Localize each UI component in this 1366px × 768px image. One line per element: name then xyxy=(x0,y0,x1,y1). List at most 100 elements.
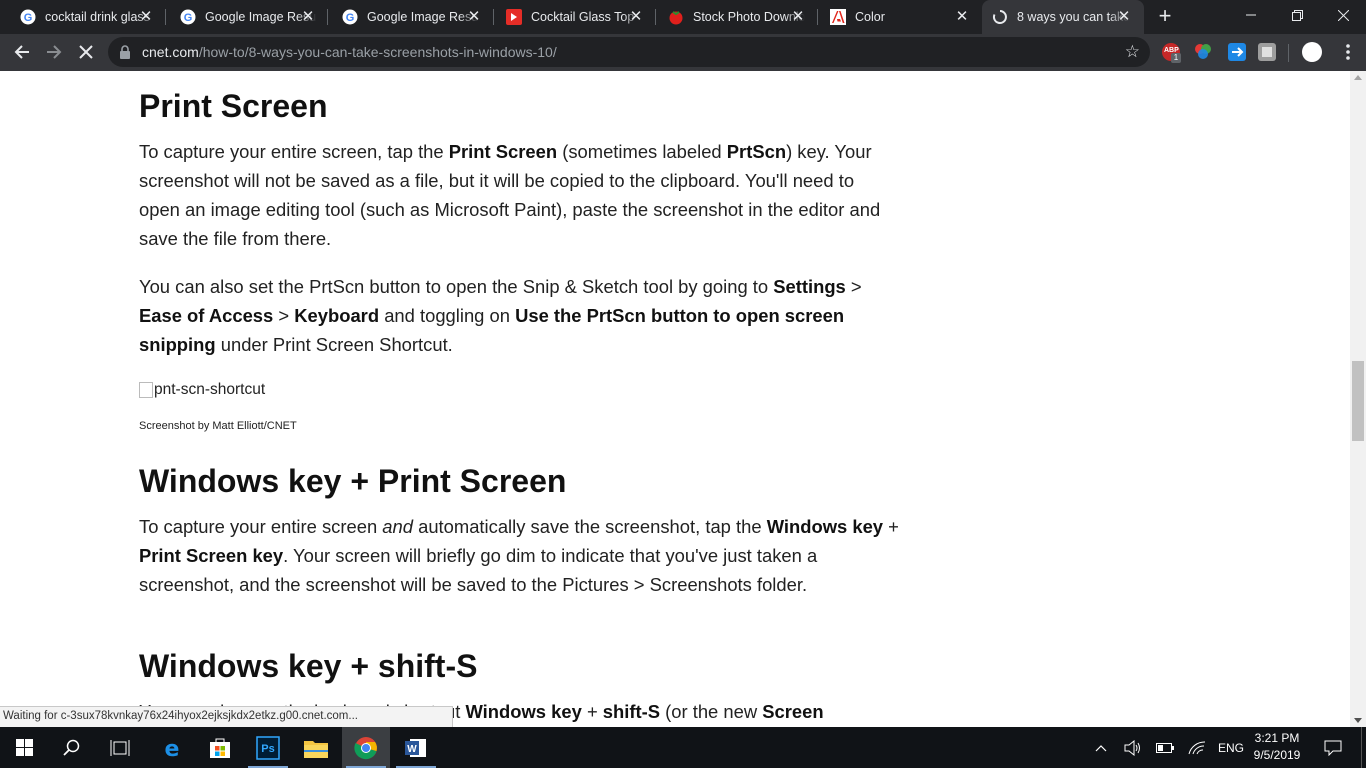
browser-toolbar: cnet.com/how-to/8-ways-you-can-take-scre… xyxy=(0,34,1366,71)
paragraph-prtscn-snip-sketch: You can also set the PrtScn button to op… xyxy=(139,272,899,359)
bold-text: Settings xyxy=(773,276,846,297)
italic-text: and xyxy=(382,516,413,537)
tab-cocktail-drink-glass[interactable]: G cocktail drink glass ✕ xyxy=(0,0,166,34)
show-hidden-icons-chevron-icon[interactable] xyxy=(1090,727,1112,768)
forward-button[interactable] xyxy=(40,38,68,66)
bold-text: shift-S xyxy=(602,701,661,722)
chrome-icon[interactable] xyxy=(342,727,390,768)
action-center-icon[interactable] xyxy=(1318,727,1348,768)
text-run: You can also set the PrtScn button to op… xyxy=(139,276,774,297)
svg-text:e: e xyxy=(165,737,180,760)
scrollbar-thumb[interactable] xyxy=(1352,361,1364,441)
show-desktop-button[interactable] xyxy=(1361,727,1366,768)
close-window-button[interactable] xyxy=(1320,0,1366,30)
text-run: + xyxy=(581,701,603,722)
back-button[interactable] xyxy=(8,38,36,66)
loading-spinner-icon xyxy=(992,9,1008,25)
text-run: > xyxy=(273,305,295,326)
clock-date: 9/5/2019 xyxy=(1253,748,1301,762)
close-tab-icon[interactable]: ✕ xyxy=(1116,9,1132,25)
forward-arrow-icon xyxy=(47,45,62,59)
address-bar[interactable]: cnet.com/how-to/8-ways-you-can-take-scre… xyxy=(108,37,1150,67)
close-tab-icon[interactable]: ✕ xyxy=(790,9,806,25)
battery-icon[interactable] xyxy=(1152,727,1178,768)
google-icon: G xyxy=(342,9,358,25)
close-tab-icon[interactable]: ✕ xyxy=(954,9,970,25)
close-tab-icon[interactable]: ✕ xyxy=(466,9,482,25)
image-caption: Screenshot by Matt Elliott/CNET xyxy=(139,420,297,432)
broken-image-pnt-scn-shortcut: pnt-scn-shortcut xyxy=(139,381,265,399)
tab-title: Cocktail Glass Top xyxy=(531,10,635,24)
text-run: + xyxy=(883,516,899,537)
bookmark-star-icon[interactable]: ☆ xyxy=(1125,42,1140,62)
wifi-icon[interactable] xyxy=(1184,727,1210,768)
section-heading-print-screen: Print Screen xyxy=(139,88,328,124)
text-run: > xyxy=(845,276,862,297)
system-clock[interactable]: 3:21 PM 9/5/2019 xyxy=(1252,730,1302,764)
url-text: cnet.com/how-to/8-ways-you-can-take-scre… xyxy=(142,44,557,60)
text-run: (or the new xyxy=(660,701,763,722)
bold-text: Print Screen key xyxy=(139,545,284,566)
status-bubble: Waiting for c-3sux78kvnkay76x24ihyox2ejk… xyxy=(0,706,453,727)
section-heading-windows-print-screen: Windows key + Print Screen xyxy=(139,463,567,499)
text-run: To capture your entire screen, tap the xyxy=(139,141,449,162)
svg-text:W: W xyxy=(407,744,417,755)
bold-text: Ease of Access xyxy=(139,305,274,326)
chrome-menu-icon[interactable] xyxy=(1338,42,1358,62)
tab-title: Google Image Results xyxy=(367,10,479,24)
tab-stock-photo-downloads[interactable]: Stock Photo Downloads ✕ xyxy=(656,0,818,34)
tab-cocktail-glass-top[interactable]: Cocktail Glass Top ✕ xyxy=(494,0,656,34)
scroll-up-arrow-icon[interactable] xyxy=(1354,75,1362,80)
text-run: automatically save the screenshot, tap t… xyxy=(412,516,767,537)
tomato-icon xyxy=(668,9,684,25)
clock-time: 3:21 PM xyxy=(1254,731,1300,745)
file-explorer-icon[interactable] xyxy=(292,727,340,768)
tile-extension-icon[interactable] xyxy=(1258,43,1276,61)
bold-text: Screen xyxy=(762,701,824,722)
store-icon[interactable] xyxy=(196,727,244,768)
windows-start-icon[interactable] xyxy=(0,727,48,768)
tab-google-image-results-2[interactable]: G Google Image Results ✕ xyxy=(328,0,494,34)
bold-text: Print Screen xyxy=(448,141,558,162)
color-picker-extension-icon[interactable] xyxy=(1194,43,1212,61)
text-run: (sometimes labeled xyxy=(557,141,727,162)
stop-loading-button[interactable] xyxy=(72,38,100,66)
task-view-icon[interactable] xyxy=(96,727,144,768)
svg-text:G: G xyxy=(24,12,33,24)
text-run: To capture your entire screen xyxy=(139,516,383,537)
google-icon: G xyxy=(180,9,196,25)
restore-button[interactable] xyxy=(1274,0,1320,30)
tab-strip: G cocktail drink glass ✕ G Google Image … xyxy=(0,0,1366,34)
word-icon[interactable]: W xyxy=(392,727,440,768)
minimize-button[interactable] xyxy=(1228,0,1274,30)
back-arrow-icon xyxy=(14,45,29,59)
bold-text: Windows key xyxy=(465,701,582,722)
search-icon[interactable] xyxy=(48,727,96,768)
tab-8-ways-screenshots[interactable]: 8 ways you can take screenshots ✕ xyxy=(982,0,1144,34)
edge-icon[interactable]: e xyxy=(148,727,196,768)
new-tab-button[interactable]: + xyxy=(1154,5,1176,28)
profile-avatar[interactable] xyxy=(1302,42,1322,62)
tab-title: Color xyxy=(855,10,885,24)
screenshot-extension-icon[interactable] xyxy=(1228,43,1246,61)
adobe-icon xyxy=(830,9,846,25)
photoshop-icon[interactable]: Ps xyxy=(244,727,292,768)
tab-google-image-results-1[interactable]: G Google Image Results ✕ xyxy=(166,0,328,34)
close-tab-icon[interactable]: ✕ xyxy=(138,9,154,25)
svg-text:G: G xyxy=(346,12,355,24)
volume-icon[interactable] xyxy=(1120,727,1146,768)
section-heading-windows-shift-s: Windows key + shift-S xyxy=(139,648,478,684)
tab-color[interactable]: Color ✕ xyxy=(818,0,982,34)
scroll-down-arrow-icon[interactable] xyxy=(1354,718,1362,723)
image-alt-text: pnt-scn-shortcut xyxy=(154,381,266,398)
extension-badge: 1 xyxy=(1171,53,1181,63)
paragraph-print-screen-intro: To capture your entire screen, tap the P… xyxy=(139,137,899,253)
tab-title: Stock Photo Downloads xyxy=(693,10,805,24)
tab-title: 8 ways you can take screenshots xyxy=(1017,10,1129,24)
close-tab-icon[interactable]: ✕ xyxy=(300,9,316,25)
adblock-extension-icon[interactable]: ABP 1 xyxy=(1162,43,1181,63)
page-scrollbar[interactable] xyxy=(1350,71,1366,727)
close-tab-icon[interactable]: ✕ xyxy=(628,9,644,25)
stop-x-icon xyxy=(79,45,93,59)
input-language-indicator[interactable]: ENG xyxy=(1214,727,1248,768)
